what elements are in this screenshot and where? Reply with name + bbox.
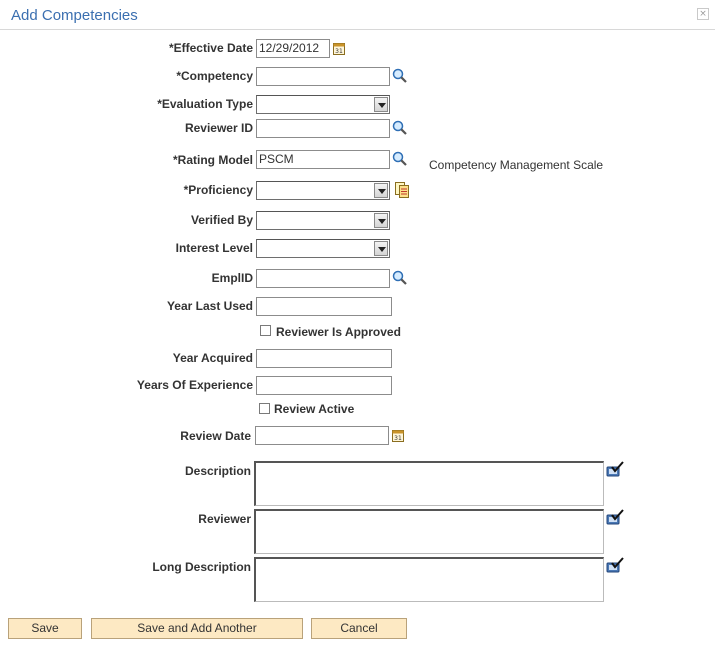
spell-check-icon[interactable] (606, 461, 624, 477)
chevron-down-icon[interactable] (374, 241, 388, 256)
save-button[interactable]: Save (8, 618, 82, 639)
competency-label: *Competency (176, 69, 253, 83)
year-acquired-label: Year Acquired (172, 351, 253, 365)
magnifier-icon[interactable] (392, 120, 408, 136)
year-last-used-input[interactable] (256, 297, 392, 316)
calendar-icon[interactable]: 31 (333, 42, 345, 55)
rating-model-value: PSCM (259, 152, 294, 166)
verified-by-select[interactable] (256, 211, 390, 230)
description-label: Description (184, 464, 251, 478)
verified-by-label: Verified By (190, 213, 253, 227)
dialog-titlebar: Add Competencies × (0, 0, 715, 30)
evaluation-type-select[interactable] (256, 95, 390, 114)
magnifier-icon[interactable] (392, 270, 408, 286)
review-date-label: Review Date (180, 429, 251, 443)
effective-date-value: 12/29/2012 (259, 41, 320, 55)
calendar-icon[interactable]: 31 (392, 429, 404, 442)
svg-text:31: 31 (335, 48, 343, 55)
reviewer-label: Reviewer (198, 512, 251, 526)
review-date-input[interactable] (255, 426, 389, 445)
reviewer-is-approved-checkbox[interactable] (260, 325, 271, 336)
svg-text:31: 31 (394, 435, 402, 442)
prompt-list-icon[interactable] (394, 182, 410, 198)
review-active-label: Review Active (274, 402, 355, 416)
competency-input[interactable] (256, 67, 390, 86)
magnifier-icon[interactable] (392, 68, 408, 84)
reviewer-is-approved-label: Reviewer Is Approved (276, 325, 401, 339)
magnifier-icon[interactable] (392, 151, 408, 167)
rating-model-description: Competency Management Scale (429, 158, 604, 172)
long-description-label: Long Description (152, 560, 251, 574)
rating-model-input[interactable]: PSCM (256, 150, 390, 169)
proficiency-select[interactable] (256, 181, 390, 200)
emplid-label: EmplID (211, 271, 253, 285)
chevron-down-icon[interactable] (374, 213, 388, 228)
chevron-down-icon[interactable] (374, 183, 388, 198)
chevron-down-icon[interactable] (374, 97, 388, 112)
effective-date-input[interactable]: 12/29/2012 (256, 39, 330, 58)
reviewer-id-label: Reviewer ID (184, 121, 253, 135)
spell-check-icon[interactable] (606, 557, 624, 573)
interest-level-select[interactable] (256, 239, 390, 258)
emplid-input[interactable] (256, 269, 390, 288)
rating-model-label: *Rating Model (173, 153, 253, 167)
years-of-experience-input[interactable] (256, 376, 392, 395)
description-textarea[interactable] (254, 461, 604, 506)
evaluation-type-label: *Evaluation Type (157, 97, 253, 111)
reviewer-textarea[interactable] (254, 509, 604, 554)
reviewer-id-input[interactable] (256, 119, 390, 138)
long-description-textarea[interactable] (254, 557, 604, 602)
cancel-button[interactable]: Cancel (311, 618, 407, 639)
dialog-title: Add Competencies (11, 7, 138, 24)
save-and-add-another-button[interactable]: Save and Add Another (91, 618, 303, 639)
close-icon[interactable]: × (697, 8, 709, 20)
year-last-used-label: Year Last Used (166, 299, 253, 313)
spell-check-icon[interactable] (606, 509, 624, 525)
review-active-checkbox[interactable] (259, 403, 270, 414)
interest-level-label: Interest Level (175, 241, 253, 255)
years-of-experience-label: Years Of Experience (136, 378, 253, 392)
proficiency-label: *Proficiency (183, 183, 253, 197)
year-acquired-input[interactable] (256, 349, 392, 368)
effective-date-label: *Effective Date (168, 41, 253, 55)
